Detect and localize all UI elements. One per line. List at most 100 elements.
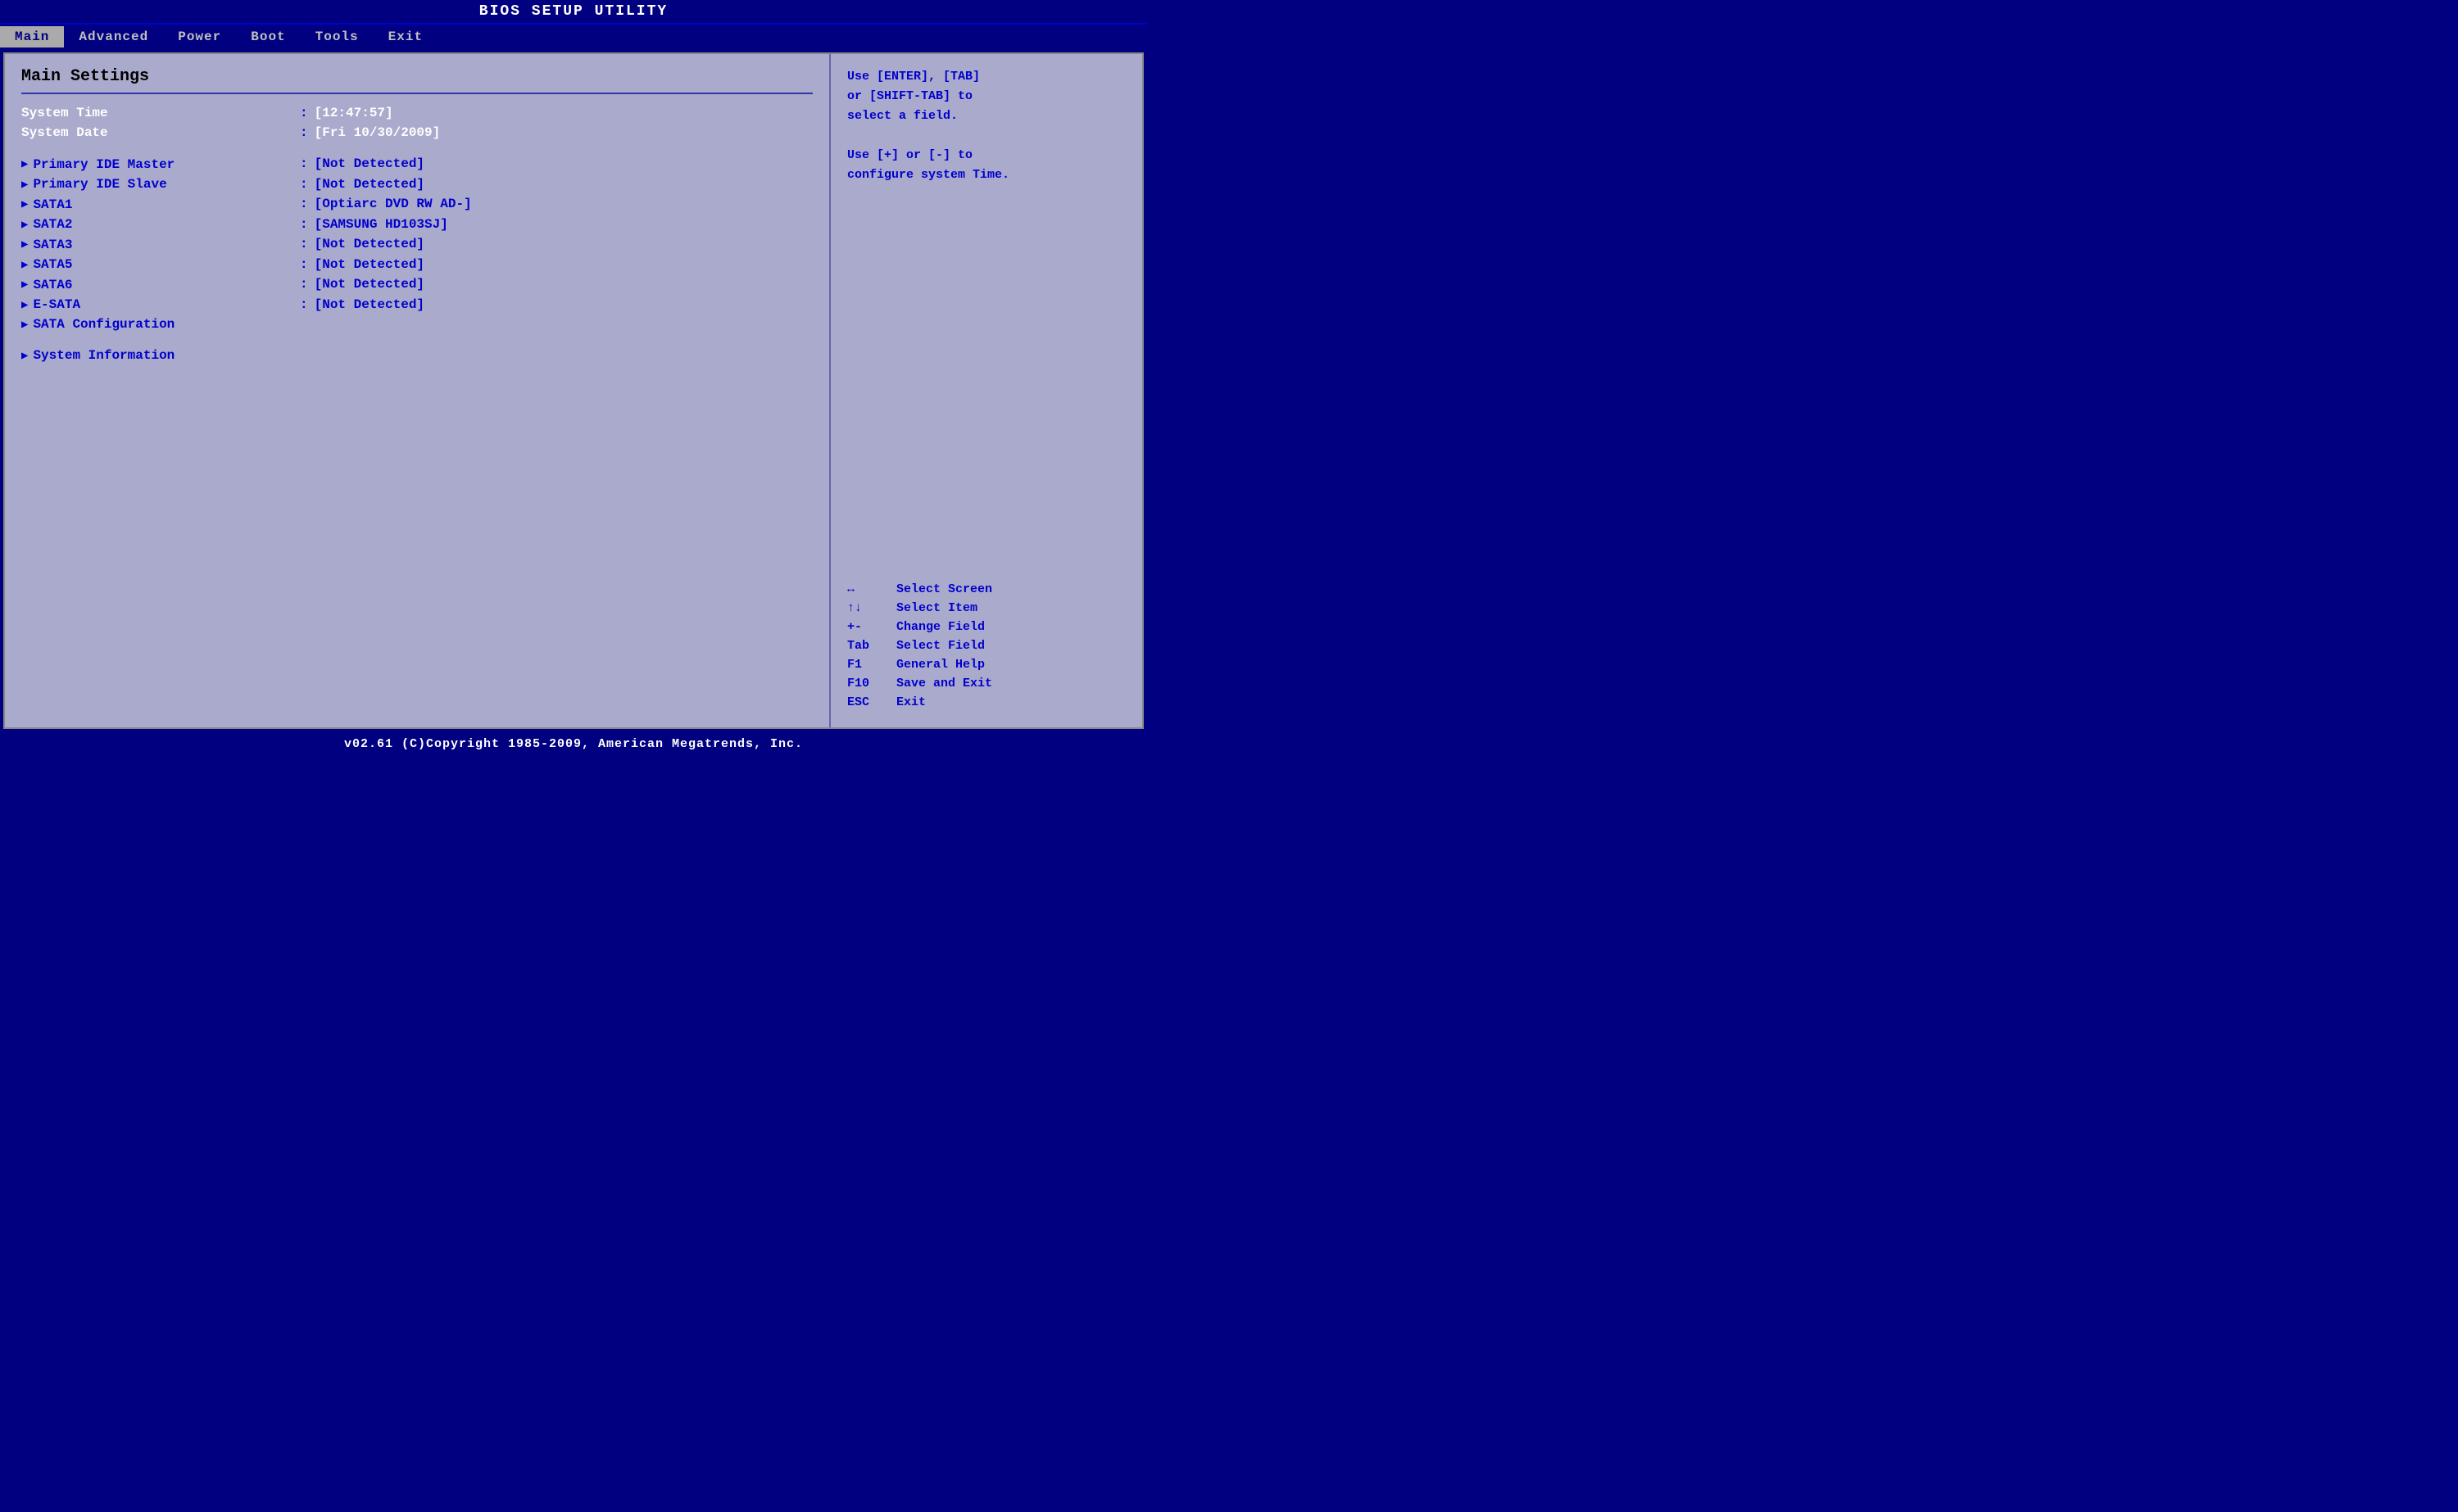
colon: : (300, 106, 308, 120)
settings-value: [Not Detected] (315, 277, 424, 292)
nav-item-advanced[interactable]: Advanced (64, 26, 163, 48)
help-line: configure system Time. (847, 165, 1126, 185)
title-bar: BIOS SETUP UTILITY (0, 0, 1147, 25)
label-text: Primary IDE Slave (33, 177, 166, 192)
settings-value: [Not Detected] (315, 237, 424, 251)
key-desc: Exit (896, 695, 926, 709)
key-help-row: F10Save and Exit (847, 677, 1126, 690)
settings-row[interactable]: ▶ Primary IDE Master: [Not Detected] (21, 156, 813, 172)
key-name: Tab (847, 639, 896, 653)
arrow-icon: ▶ (21, 197, 28, 211)
key-name: F10 (847, 677, 896, 690)
settings-label: ▶ SATA1 (21, 197, 300, 212)
settings-row[interactable]: ▶ SATA3: [Not Detected] (21, 237, 813, 252)
label-text: SATA1 (33, 197, 72, 212)
settings-value: [12:47:57] (315, 106, 393, 120)
settings-row[interactable]: ▶ SATA Configuration (21, 317, 813, 332)
settings-label: ▶ SATA3 (21, 238, 300, 252)
colon: : (300, 125, 308, 140)
arrow-icon: ▶ (21, 278, 28, 292)
key-desc: Select Screen (896, 582, 992, 596)
spacer-2 (21, 145, 813, 156)
settings-label: System Date (21, 125, 300, 140)
arrow-icon: ▶ (21, 218, 28, 232)
label-text: SATA2 (33, 217, 72, 232)
settings-value: [Optiarc DVD RW AD-] (315, 197, 472, 211)
settings-row[interactable]: ▶ SATA1: [Optiarc DVD RW AD-] (21, 197, 813, 212)
arrow-icon: ▶ (21, 349, 28, 363)
key-desc: General Help (896, 658, 985, 672)
label-text: SATA Configuration (33, 317, 175, 332)
settings-label: ▶Primary IDE Slave (21, 177, 300, 192)
settings-row[interactable]: ▶SATA2:[SAMSUNG HD103SJ] (21, 217, 813, 233)
key-desc: Save and Exit (896, 677, 992, 690)
arrow-icon: ▶ (21, 298, 28, 312)
label-text: SATA5 (33, 257, 72, 272)
section-divider (21, 93, 813, 94)
key-help-table: ↔Select Screen↑↓Select Item+-Change Fiel… (847, 582, 1126, 714)
settings-label: ▶ SATA Configuration (21, 317, 300, 332)
colon: : (300, 217, 308, 232)
left-panel: Main Settings System Time:[12:47:57]Syst… (5, 54, 831, 727)
key-help-row: ↑↓Select Item (847, 601, 1126, 615)
settings-label: ▶ E-SATA (21, 297, 300, 312)
settings-value: [Not Detected] (315, 297, 424, 312)
key-help-row: ESCExit (847, 695, 1126, 709)
key-name: ↑↓ (847, 601, 896, 615)
settings-label: ▶SATA5 (21, 257, 300, 272)
key-help-row: ↔Select Screen (847, 582, 1126, 596)
settings-value: [Not Detected] (315, 177, 424, 192)
arrow-icon: ▶ (21, 157, 28, 171)
label-text: System Time (21, 106, 108, 120)
label-text: SATA3 (33, 238, 72, 252)
label-text: Primary IDE Master (33, 157, 175, 172)
settings-row: System Time: [12:47:57] (21, 106, 813, 120)
nav-bar: MainAdvancedPowerBootToolsExit (0, 25, 1147, 49)
settings-row[interactable]: ▶ SATA6: [Not Detected] (21, 277, 813, 292)
colon: : (300, 277, 308, 292)
settings-value: [Not Detected] (315, 257, 424, 272)
settings-label: ▶ SATA6 (21, 278, 300, 292)
key-name: +- (847, 620, 896, 634)
help-line: Use [+] or [-] to (847, 146, 1126, 165)
label-text: System Date (21, 125, 108, 140)
label-text: E-SATA (33, 297, 80, 312)
colon: : (300, 197, 308, 211)
settings-row[interactable]: ▶Primary IDE Slave: [Not Detected] (21, 177, 813, 192)
settings-row[interactable]: ▶E-SATA:[Not Detected] (21, 297, 813, 313)
settings-rows: System Time: [12:47:57] System Date: [Fri 1… (21, 106, 813, 363)
help-line: select a field. (847, 106, 1126, 126)
settings-value: [Fri 10/30/2009] (315, 125, 441, 140)
key-name: ↔ (847, 582, 896, 596)
help-line: Use [ENTER], [TAB] (847, 67, 1126, 87)
colon: : (300, 177, 308, 192)
key-help-row: F1General Help (847, 658, 1126, 672)
right-panel: Use [ENTER], [TAB]or [SHIFT-TAB] toselec… (831, 54, 1142, 727)
arrow-icon: ▶ (21, 238, 28, 251)
colon: : (300, 156, 308, 171)
key-desc: Select Item (896, 601, 977, 615)
key-help-row: +-Change Field (847, 620, 1126, 634)
nav-item-boot[interactable]: Boot (236, 26, 300, 48)
settings-label: ▶ Primary IDE Master (21, 157, 300, 172)
settings-row[interactable]: ▶SATA5:[Not Detected] (21, 257, 813, 273)
help-text: Use [ENTER], [TAB]or [SHIFT-TAB] toselec… (847, 67, 1126, 185)
settings-row[interactable]: ▶ System Information (21, 348, 813, 363)
content-area: Main Settings System Time:[12:47:57]Syst… (3, 52, 1144, 729)
settings-label: ▶ System Information (21, 348, 300, 363)
key-desc: Change Field (896, 620, 985, 634)
settings-label: System Time (21, 106, 300, 120)
nav-item-main[interactable]: Main (0, 26, 64, 48)
settings-value: [Not Detected] (315, 156, 424, 171)
nav-item-exit[interactable]: Exit (374, 26, 438, 48)
label-text: System Information (33, 348, 175, 363)
arrow-icon: ▶ (21, 318, 28, 332)
footer: v02.61 (C)Copyright 1985-2009, American … (0, 732, 1147, 756)
nav-item-power[interactable]: Power (163, 26, 236, 48)
nav-item-tools[interactable]: Tools (301, 26, 374, 48)
key-help-row: TabSelect Field (847, 639, 1126, 653)
colon: : (300, 237, 308, 251)
label-text: SATA6 (33, 278, 72, 292)
key-name: F1 (847, 658, 896, 672)
key-desc: Select Field (896, 639, 985, 653)
